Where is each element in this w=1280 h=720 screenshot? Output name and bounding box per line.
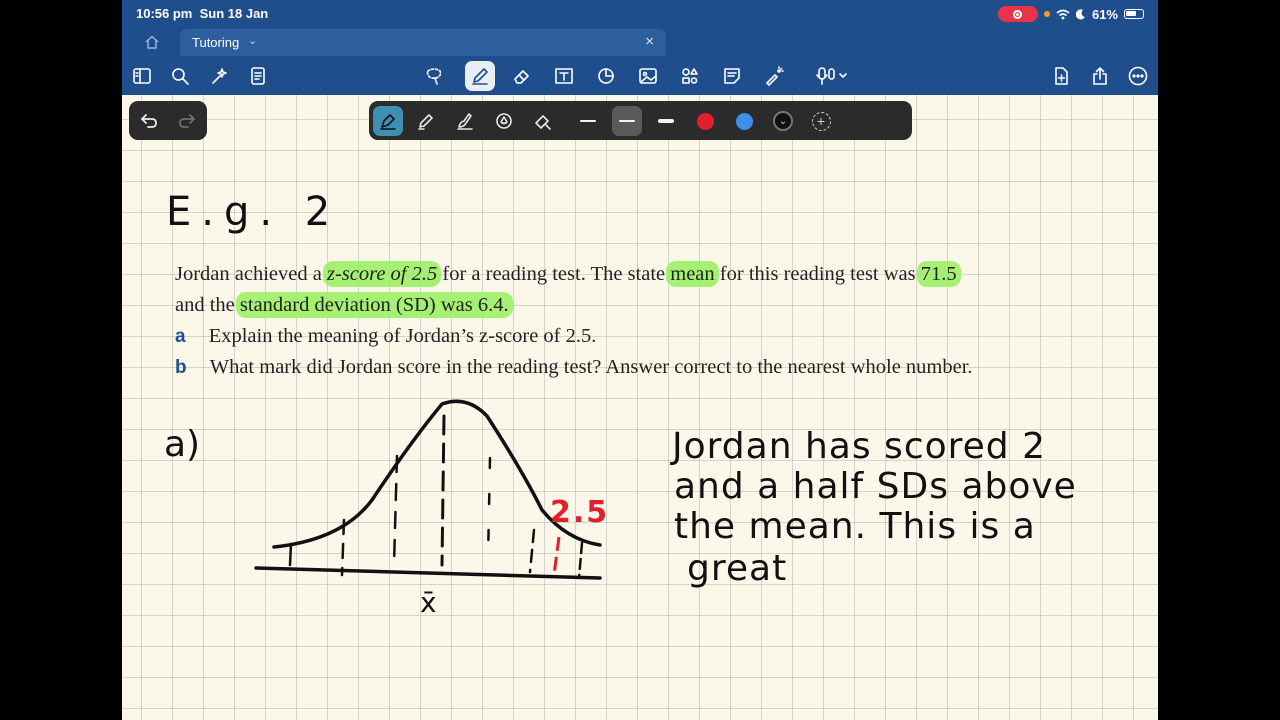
ink-layer: E.g. 2 a) 2.5 x̄ Jordan has scored 2 and…: [164, 189, 1077, 619]
app-screen: 10:56 pm Sun 18 Jan 61% Tutoring ⌄ × ⌄ +…: [122, 0, 1158, 720]
heading-eg2: E.g. 2: [166, 189, 340, 235]
mean-symbol: x̄: [420, 586, 437, 619]
minus-3sd-line: [288, 542, 293, 567]
answer-line-1: Jordan has scored 2: [670, 426, 1046, 467]
zscore-marker-line: [552, 536, 561, 576]
plus-2sd-line: [528, 528, 536, 574]
answer-line-2: and a half SDs above: [674, 466, 1077, 507]
normal-distribution-sketch: [254, 399, 602, 580]
minus-1sd-line: [392, 454, 399, 567]
answer-line-3: the mean. This is a: [674, 506, 1036, 547]
plus-3sd-line: [577, 541, 584, 580]
part-a-handwritten-label: a): [164, 424, 200, 465]
zscore-label: 2.5: [550, 495, 609, 530]
plus-1sd-line: [486, 456, 492, 562]
axis-line: [254, 566, 602, 580]
mean-line: [440, 414, 446, 567]
handwritten-answer: Jordan has scored 2 and a half SDs above…: [670, 426, 1077, 589]
answer-line-4: great: [687, 548, 787, 589]
